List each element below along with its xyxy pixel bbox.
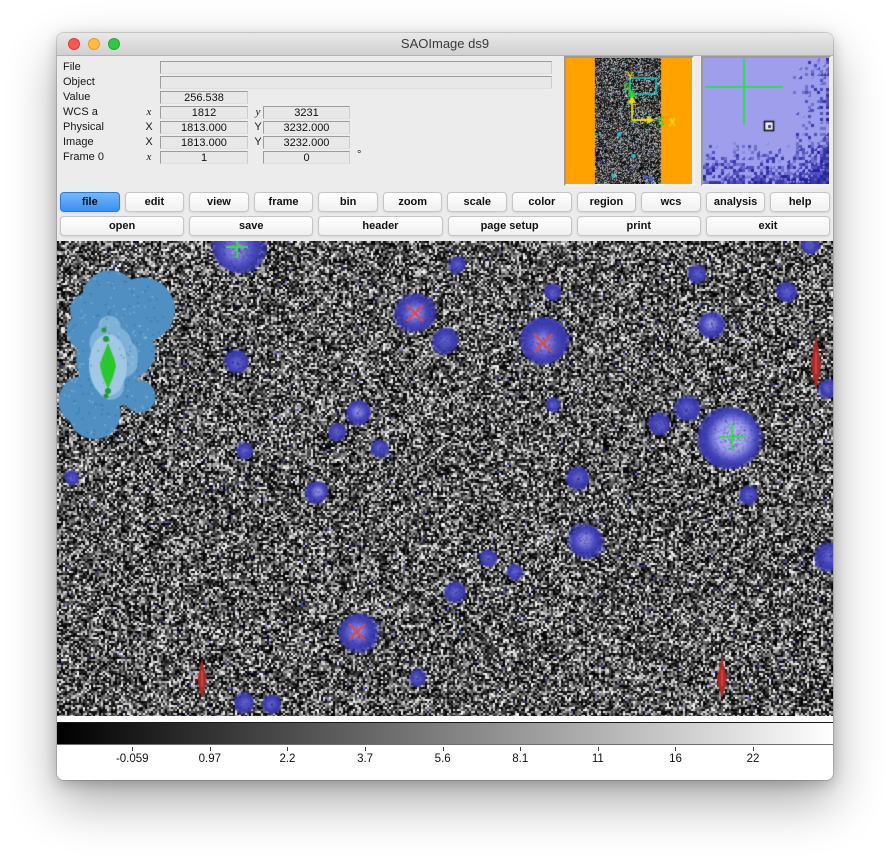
colorbar-tick-label: 5.6	[435, 753, 451, 765]
wcs-x-label: x	[141, 106, 157, 118]
colorbar-tick-label: -0.059	[116, 753, 149, 765]
frame-label: Frame 0	[63, 151, 104, 163]
file-menu-button-exit[interactable]: exit	[706, 216, 830, 236]
wcs-x-field[interactable]: 1812	[160, 106, 248, 119]
info-panel: File Object Value 256.538 WCS a x 1812 y…	[57, 56, 617, 190]
colorbar-tick-label: 11	[592, 753, 604, 765]
colorbar-tick-label: 22	[747, 753, 760, 765]
physical-y-field[interactable]: 3232.000	[263, 121, 350, 134]
colorbar-tick-mark	[132, 747, 133, 751]
menu-button-wcs[interactable]: wcs	[641, 192, 701, 212]
file-menu-button-save[interactable]: save	[189, 216, 313, 236]
colorbar-tick-mark	[443, 747, 444, 751]
menu-button-help[interactable]: help	[770, 192, 830, 212]
colorbar-tick-mark	[753, 747, 754, 751]
ds9-window: SAOImage ds9 File Object Value 256.538 W…	[57, 33, 833, 780]
menu-button-region[interactable]: region	[577, 192, 637, 212]
file-menu-button-print[interactable]: print	[577, 216, 701, 236]
info-row-frame: Frame 0 x 1 0 °	[57, 151, 617, 165]
colorbar-tick-mark	[365, 747, 366, 751]
image-y-field[interactable]: 3232.000	[263, 136, 350, 149]
info-row-image: Image X 1813.000 Y 3232.000	[57, 136, 617, 150]
file-menu-button-header[interactable]: header	[318, 216, 442, 236]
file-label: File	[63, 61, 81, 73]
zoom-window-button[interactable]	[108, 38, 120, 50]
frame-x-label: x	[141, 151, 157, 163]
magnifier-canvas[interactable]	[703, 58, 829, 184]
button-bar: opensaveheader page setupprintexit	[60, 216, 830, 236]
wcs-y-field[interactable]: 3231	[263, 106, 350, 119]
starfield-canvas[interactable]	[57, 241, 833, 716]
colorbar-tick-label: 16	[669, 753, 682, 765]
physical-label: Physical	[63, 121, 104, 133]
menu-button-frame[interactable]: frame	[254, 192, 314, 212]
colorbar-tick-label: 0.97	[199, 753, 221, 765]
object-label: Object	[63, 76, 95, 88]
panner-panel[interactable]	[564, 56, 694, 186]
colorbar[interactable]	[57, 722, 833, 745]
info-row-object: Object	[57, 76, 617, 90]
physical-x-label: X	[141, 121, 157, 133]
wcs-label: WCS a	[63, 106, 98, 118]
colorbar-tick-label: 3.7	[357, 753, 373, 765]
value-label: Value	[63, 91, 90, 103]
menu-button-analysis[interactable]: analysis	[706, 192, 766, 212]
magnifier-panel[interactable]	[701, 56, 831, 186]
colorbar-section: -0.059 0.97 2.2 3.7 5.6 8.1 11 16 22	[57, 716, 833, 780]
menu-button-edit[interactable]: edit	[125, 192, 185, 212]
window-title: SAOImage ds9	[57, 33, 833, 55]
physical-x-field[interactable]: 1813.000	[160, 121, 248, 134]
colorbar-tick-label: 2.2	[279, 753, 295, 765]
colorbar-tick-mark	[675, 747, 676, 751]
minimize-button[interactable]	[88, 38, 100, 50]
image-x-field[interactable]: 1813.000	[160, 136, 248, 149]
colorbar-tick-label: 8.1	[512, 753, 528, 765]
menu-button-scale[interactable]: scale	[447, 192, 507, 212]
colorbar-tick-mark	[210, 747, 211, 751]
menu-button-file[interactable]: file	[60, 192, 120, 212]
colorbar-ticks: -0.059 0.97 2.2 3.7 5.6 8.1 11 16 22	[57, 744, 833, 776]
image-display[interactable]	[57, 241, 833, 716]
value-field[interactable]: 256.538	[160, 91, 248, 104]
info-row-wcs: WCS a x 1812 y 3231	[57, 106, 617, 120]
image-label: Image	[63, 136, 94, 148]
menu-button-bin[interactable]: bin	[318, 192, 378, 212]
info-row-physical: Physical X 1813.000 Y 3232.000	[57, 121, 617, 135]
file-menu-button-open[interactable]: open	[60, 216, 184, 236]
panner-canvas[interactable]	[566, 58, 692, 184]
info-row-file: File	[57, 61, 617, 75]
info-row-value: Value 256.538	[57, 91, 617, 105]
menu-button-zoom[interactable]: zoom	[383, 192, 443, 212]
frame-zoom-field[interactable]: 1	[160, 151, 248, 164]
close-button[interactable]	[68, 38, 80, 50]
frame-angle-field[interactable]: 0	[263, 151, 350, 164]
degree-symbol: °	[357, 149, 361, 161]
colorbar-tick-mark	[520, 747, 521, 751]
image-x-label: X	[141, 136, 157, 148]
colorbar-tick-mark	[598, 747, 599, 751]
menu-button-color[interactable]: color	[512, 192, 572, 212]
menu-bar: fileeditviewframebinzoomscalecolorregion…	[60, 192, 830, 212]
file-menu-button-page-setup[interactable]: page setup	[448, 216, 572, 236]
titlebar[interactable]: SAOImage ds9	[57, 33, 833, 56]
file-field[interactable]	[160, 61, 552, 74]
colorbar-tick-mark	[287, 747, 288, 751]
menu-button-view[interactable]: view	[189, 192, 249, 212]
object-field[interactable]	[160, 76, 552, 89]
